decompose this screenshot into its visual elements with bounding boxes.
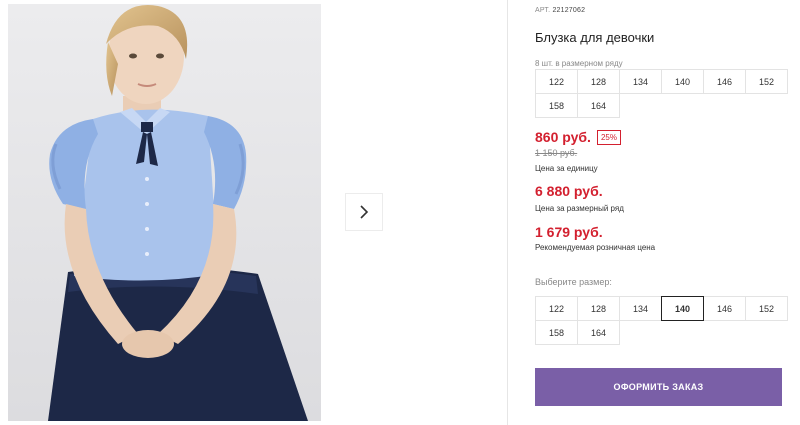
product-page: АРТ. 22127062 Блузка для девочки 8 шт. в… bbox=[0, 0, 800, 425]
pack-size-cell: 122 bbox=[535, 69, 578, 94]
pack-size-cell: 134 bbox=[619, 69, 662, 94]
pack-price-caption: Цена за размерный ряд bbox=[535, 204, 624, 213]
product-title: Блузка для девочки bbox=[535, 30, 655, 45]
unit-price-caption: Цена за единицу bbox=[535, 164, 598, 173]
pack-size-grid: 122 128 134 140 146 152 158 164 bbox=[535, 69, 788, 118]
pack-size-cell: 152 bbox=[745, 69, 788, 94]
pack-size-note: 8 шт. в размерном ряду bbox=[535, 59, 623, 68]
order-button[interactable]: ОФОРМИТЬ ЗАКАЗ bbox=[535, 368, 782, 406]
pack-size-cell: 164 bbox=[577, 93, 620, 118]
sku-label: АРТ. bbox=[535, 7, 551, 14]
pack-size-cell: 128 bbox=[577, 69, 620, 94]
size-option[interactable]: 152 bbox=[745, 296, 788, 321]
gallery-next-button[interactable] bbox=[345, 193, 383, 231]
discount-badge: 25% bbox=[596, 129, 621, 145]
unit-price-row: 860 руб. 25% bbox=[535, 129, 621, 145]
size-option[interactable]: 122 bbox=[535, 296, 578, 321]
size-select-grid: 122 128 134 140 146 152 158 164 bbox=[535, 296, 788, 345]
size-select-label: Выберите размер: bbox=[535, 277, 612, 287]
product-gallery bbox=[0, 0, 508, 425]
pack-size-cell: 146 bbox=[703, 69, 746, 94]
unit-price: 860 руб. bbox=[535, 129, 591, 145]
size-option[interactable]: 164 bbox=[577, 320, 620, 345]
retail-price-caption: Рекомендуемая розничная цена bbox=[535, 243, 656, 252]
product-sku: АРТ. 22127062 bbox=[535, 7, 585, 14]
old-price: 1 150 руб. bbox=[535, 148, 578, 158]
size-option-selected[interactable]: 140 bbox=[661, 296, 704, 321]
product-photo bbox=[8, 4, 321, 421]
size-option[interactable]: 134 bbox=[619, 296, 662, 321]
pack-size-cell: 158 bbox=[535, 93, 578, 118]
size-option[interactable]: 158 bbox=[535, 320, 578, 345]
sku-value: 22127062 bbox=[552, 7, 586, 14]
pack-price: 6 880 руб. bbox=[535, 183, 603, 199]
size-option[interactable]: 146 bbox=[703, 296, 746, 321]
retail-price: 1 679 руб. bbox=[535, 224, 603, 240]
size-option[interactable]: 128 bbox=[577, 296, 620, 321]
chevron-right-icon bbox=[360, 205, 369, 219]
pack-size-cell: 140 bbox=[661, 69, 704, 94]
